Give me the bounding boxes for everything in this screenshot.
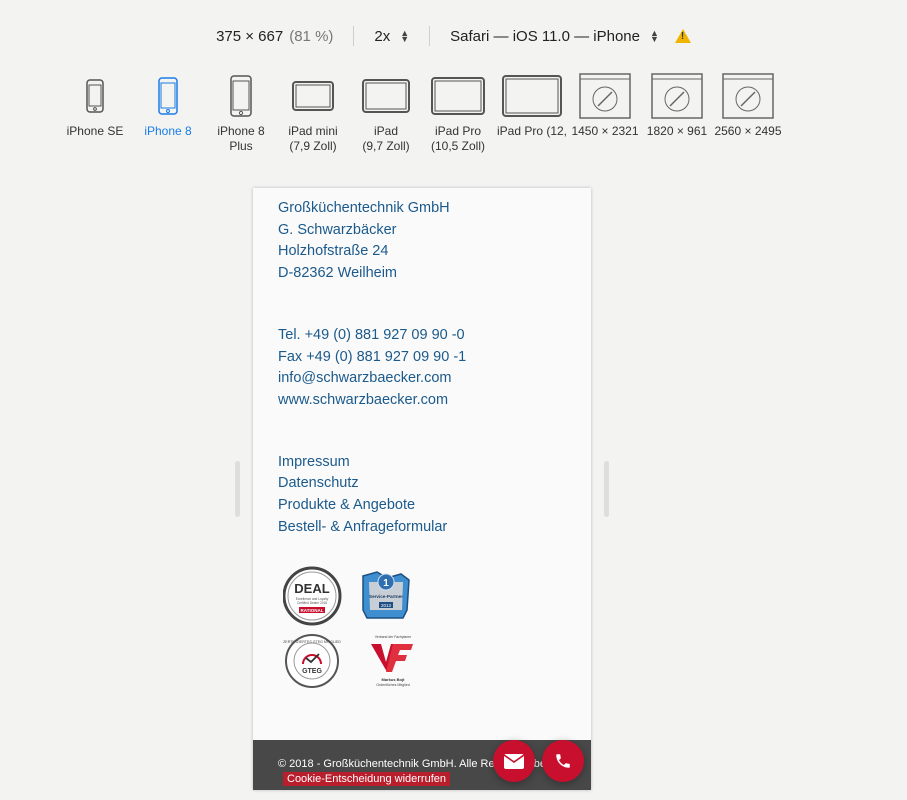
company-name: Großküchentechnik GmbH [278,200,450,216]
device-label: 2560 × 2495 [714,124,782,138]
safari-window-icon [722,72,774,120]
device-list: iPhone SE iPhone 8 iPhone 8 Plus iPad mi… [60,72,782,157]
responsive-toolbar: 375 × 667 (81 %) 2x ▲ ▼ Safari — iOS 11.0… [0,22,907,50]
device-label: iPhone 8 [217,124,265,138]
device-label: 1820 × 961 [646,124,708,138]
street: Holzhofstraße 24 [278,243,389,260]
phone-icon [230,72,252,120]
gteg-ring-text: ZERTIFIZIERTES GTEG MITGLIED [283,640,341,644]
vdf-member: Ordentliches Mitglied [376,683,410,687]
scale-percent: (81 %) [289,27,334,45]
user-agent-label: Safari — iOS 11.0 — iPhone [450,27,640,45]
pixel-ratio-select[interactable]: 2x ▲ ▼ [354,28,429,45]
phone-icon [556,754,570,768]
deal-title: DEAL [294,581,329,596]
device-label: iPhone 8 [144,124,192,138]
device-iphone-8-plus[interactable]: iPhone 8 Plus [206,72,276,154]
chevron-updown-icon: ▲ ▼ [400,28,410,44]
device-ipad-mini[interactable]: iPad mini (7,9 Zoll) [276,72,350,154]
certification-badges: DEAL Excellence and Loyalty Certified De… [283,566,413,688]
device-window-1820[interactable]: 1820 × 961 [640,72,714,139]
impressum-link[interactable]: Impressum [278,452,466,474]
device-sublabel: (10,5 Zoll) [430,139,486,153]
vdf-person: Markus Bojt [382,677,406,682]
contact-person: G. Schwarzbäcker [278,221,397,238]
city: D-82362 Weilheim [278,265,398,282]
device-label: iPad Pro [434,124,482,138]
pixel-ratio-label: 2x [374,27,391,45]
device-ipad[interactable]: iPad (9,7 Zoll) [350,72,422,154]
device-iphone-se[interactable]: iPhone SE [60,72,130,139]
contact-block: Tel. +49 (0) 881 927 09 90 -0 Fax +49 (0… [278,325,466,412]
email-link[interactable]: info@schwarzbaecker.com [278,368,466,390]
device-sublabel: (9,7 Zoll) [362,139,410,153]
vdf-badge: Verband der Fachplaner Markus Bojt Orden… [371,635,413,687]
datenschutz-link[interactable]: Datenschutz [278,473,466,495]
phone-link[interactable]: Tel. +49 (0) 881 927 09 90 -0 [278,325,466,347]
device-sublabel: (7,9 Zoll) [289,139,337,153]
footer-links: Impressum Datenschutz Produkte & Angebot… [278,452,466,539]
gteg-badge: ZERTIFIZIERTES GTEG MITGLIED GTEG [283,634,341,688]
chevron-updown-icon: ▲ ▼ [650,28,659,44]
tablet-icon [292,72,334,120]
viewport-size[interactable]: 375 × 667 (81 %) [196,28,353,45]
user-agent-select[interactable]: Safari — iOS 11.0 — iPhone ▲ ▼ ! [430,28,711,45]
device-label: iPad mini [288,124,338,138]
device-label: iPad [373,124,399,138]
service-partner-badge: 1 Service-Partner 2013 [362,571,410,619]
email-fab-button[interactable] [493,740,535,782]
device-iphone-8[interactable]: iPhone 8 [130,72,206,139]
phone-fab-button[interactable] [542,740,584,782]
gteg-name: GTEG [302,668,322,675]
address-block: Großküchentechnik GmbH G. Schwarzbäcker … [278,198,466,285]
device-label: iPad Pro (12, [496,124,568,138]
resize-handle-right[interactable] [604,461,609,517]
deal-brand: RATIONAL [301,608,324,613]
device-label: 1450 × 2321 [571,124,639,138]
device-label: iPhone SE [66,124,124,138]
viewport-size-label: 375 × 667 [216,27,284,45]
deal-line2: Certified Dealer 2018 [297,601,327,605]
service-partner-year: 2013 [381,603,392,608]
phone-icon [86,72,104,120]
cookie-revoke-button[interactable]: Cookie-Entscheidung widerrufen [283,772,450,786]
service-partner-number: 1 [383,578,389,589]
vdf-org: Verband der Fachplaner [375,635,412,639]
tablet-icon [431,72,485,120]
device-window-2560[interactable]: 2560 × 2495 [714,72,782,139]
website-link[interactable]: www.schwarzbaecker.com [278,390,466,412]
envelope-icon [504,753,524,769]
device-sublabel: Plus [229,139,253,153]
deal-badge: DEAL Excellence and Loyalty Certified De… [283,566,342,626]
resize-handle-left[interactable] [235,461,240,517]
tablet-icon [502,72,562,120]
tablet-icon [362,72,410,120]
phone-icon [158,72,178,120]
safari-window-icon [651,72,703,120]
fax-number: Fax +49 (0) 881 927 09 90 -1 [278,348,467,365]
device-window-1450[interactable]: 1450 × 2321 [570,72,640,139]
bestellformular-link[interactable]: Bestell- & Anfrageformular [278,517,466,539]
device-viewport: Großküchentechnik GmbH G. Schwarzbäcker … [253,188,591,790]
device-ipad-pro-10-5[interactable]: iPad Pro (10,5 Zoll) [422,72,494,154]
page-content: Großküchentechnik GmbH G. Schwarzbäcker … [278,198,466,538]
device-ipad-pro-12-9[interactable]: iPad Pro (12, [494,72,570,139]
service-partner-label: Service-Partner [369,594,403,599]
warning-icon[interactable]: ! [674,29,691,43]
page-footer: © 2018 - Großküchentechnik GmbH. Alle Re… [253,740,591,790]
safari-window-icon [579,72,631,120]
produkte-link[interactable]: Produkte & Angebote [278,495,466,517]
